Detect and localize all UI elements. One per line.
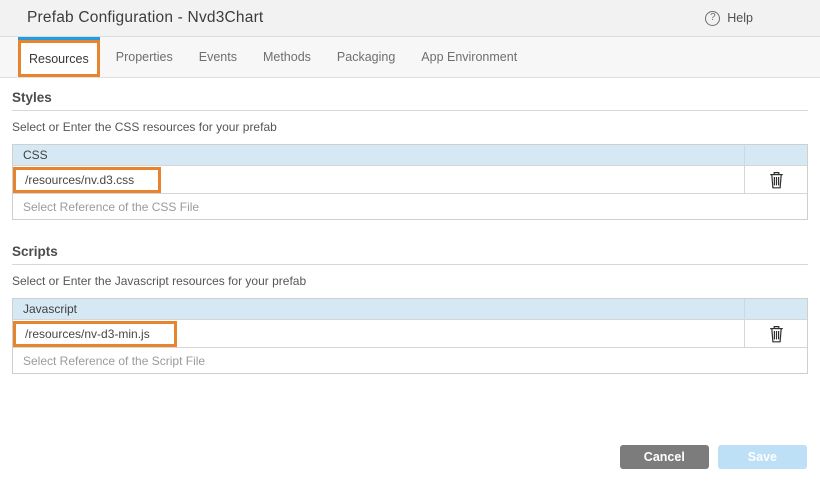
tab-packaging[interactable]: Packaging <box>324 37 408 77</box>
css-resources-table: CSS /resources/nv.d3.css <box>12 144 808 220</box>
help-label: Help <box>727 11 753 25</box>
help-question-icon: ? <box>705 11 720 26</box>
tab-packaging-label: Packaging <box>337 50 395 64</box>
styles-heading: Styles <box>12 90 808 111</box>
script-resource-row: /resources/nv-d3-min.js <box>13 319 807 347</box>
tab-methods[interactable]: Methods <box>250 37 324 77</box>
page-title: Prefab Configuration - Nvd3Chart <box>27 9 263 27</box>
dialog-titlebar: Prefab Configuration - Nvd3Chart ? Help <box>0 0 820 37</box>
javascript-column-header: Javascript <box>13 299 744 319</box>
script-action-column-header <box>744 299 807 319</box>
tab-resources-label: Resources <box>29 52 89 66</box>
css-reference-placeholder-row[interactable]: Select Reference of the CSS File <box>13 193 807 219</box>
styles-description: Select or Enter the CSS resources for yo… <box>12 120 808 134</box>
delete-script-resource-button[interactable] <box>767 323 786 345</box>
tab-properties-label: Properties <box>116 50 173 64</box>
script-row-actions <box>744 320 807 347</box>
script-value-annotation-highlight: /resources/nv-d3-min.js <box>13 321 177 347</box>
tab-resources[interactable]: Resources <box>18 40 100 77</box>
dialog-footer: Cancel Save <box>620 445 807 469</box>
styles-section: Styles Select or Enter the CSS resources… <box>12 90 808 220</box>
script-resource-value: /resources/nv-d3-min.js <box>25 327 150 341</box>
tab-methods-label: Methods <box>263 50 311 64</box>
trash-icon <box>769 325 784 343</box>
delete-css-resource-button[interactable] <box>767 169 786 191</box>
css-placeholder-text: Select Reference of the CSS File <box>23 200 199 214</box>
cancel-button[interactable]: Cancel <box>620 445 709 469</box>
script-resources-table: Javascript /resources/nv-d3-min.js <box>12 298 808 374</box>
tab-events-label: Events <box>199 50 237 64</box>
help-button[interactable]: ? Help <box>705 11 753 26</box>
script-placeholder-text: Select Reference of the Script File <box>23 354 205 368</box>
tab-properties[interactable]: Properties <box>103 37 186 77</box>
resources-tab-content: Styles Select or Enter the CSS resources… <box>0 90 820 374</box>
save-button[interactable]: Save <box>718 445 807 469</box>
css-action-column-header <box>744 145 807 165</box>
css-resource-field[interactable]: /resources/nv.d3.css <box>13 166 744 193</box>
css-row-actions <box>744 166 807 193</box>
css-value-annotation-highlight: /resources/nv.d3.css <box>13 167 161 193</box>
scripts-section: Scripts Select or Enter the Javascript r… <box>12 244 808 374</box>
css-column-header: CSS <box>13 145 744 165</box>
scripts-heading: Scripts <box>12 244 808 265</box>
tab-app-environment-label: App Environment <box>421 50 517 64</box>
tab-app-environment[interactable]: App Environment <box>408 37 530 77</box>
css-resource-row: /resources/nv.d3.css <box>13 165 807 193</box>
trash-icon <box>769 171 784 189</box>
css-table-header-row: CSS <box>13 145 807 165</box>
config-tabbar: Resources Properties Events Methods Pack… <box>0 37 820 78</box>
script-resource-field[interactable]: /resources/nv-d3-min.js <box>13 320 744 347</box>
script-table-header-row: Javascript <box>13 299 807 319</box>
tab-resources-wrap: Resources <box>18 37 100 77</box>
scripts-description: Select or Enter the Javascript resources… <box>12 274 808 288</box>
css-resource-value: /resources/nv.d3.css <box>25 173 134 187</box>
tab-events[interactable]: Events <box>186 37 250 77</box>
script-reference-placeholder-row[interactable]: Select Reference of the Script File <box>13 347 807 373</box>
